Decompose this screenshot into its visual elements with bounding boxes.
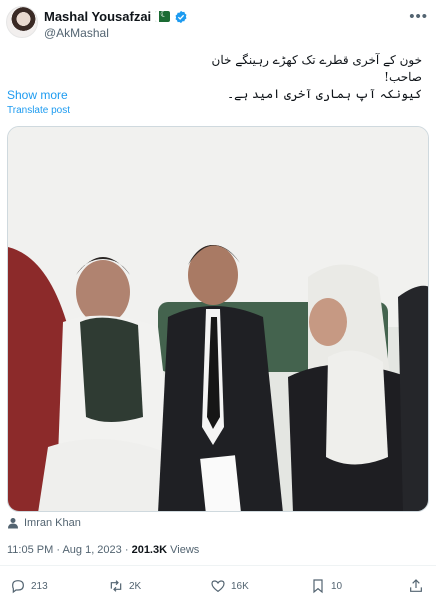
- like-button[interactable]: 16K: [210, 578, 249, 594]
- author-name[interactable]: Mashal Yousafzai: [44, 9, 151, 24]
- heart-icon: [211, 580, 225, 593]
- tweet-text-line: کیونکہ آپ ہماری آخری امید ہے۔: [227, 87, 422, 101]
- show-more-link[interactable]: Show more: [7, 88, 68, 102]
- repost-button[interactable]: 2K: [108, 578, 141, 594]
- translate-post-link[interactable]: Translate post: [7, 105, 70, 116]
- meta-separator: ·: [121, 544, 132, 556]
- bookmark-count: 10: [331, 580, 343, 592]
- tweet-header: Mashal Yousafzai @AkMashal •••: [6, 6, 430, 46]
- tagged-user-name[interactable]: Imran Khan: [24, 517, 81, 529]
- photo-illustration: [8, 127, 428, 511]
- tweet-date[interactable]: Aug 1, 2023: [62, 544, 121, 556]
- views-count: 201.3K: [131, 544, 168, 556]
- divider: [0, 565, 436, 566]
- tweet-meta: 11:05 PM · Aug 1, 2023 · 201.3K Views: [7, 544, 199, 556]
- action-bar: 213 2K 16K 10: [0, 578, 436, 596]
- bookmark-button[interactable]: 10: [310, 578, 342, 594]
- share-button[interactable]: [408, 578, 424, 594]
- share-icon: [410, 579, 422, 592]
- reply-icon: [12, 580, 24, 594]
- tagged-user-row[interactable]: Imran Khan: [7, 517, 81, 529]
- repost-icon: [110, 580, 122, 592]
- pakistan-flag-icon: [155, 9, 171, 22]
- reply-count: 213: [31, 580, 48, 592]
- verified-badge-icon[interactable]: [174, 10, 188, 24]
- author-avatar[interactable]: [6, 6, 38, 38]
- like-count: 16K: [231, 580, 249, 592]
- bookmark-icon: [313, 579, 323, 594]
- tweet-text-line: خون کے آخری قطرے تک کھڑے رہینگے خان صاحب…: [211, 53, 422, 84]
- tweet-photo[interactable]: [7, 126, 429, 512]
- author-name-row: Mashal Yousafzai: [44, 9, 188, 24]
- reply-button[interactable]: 213: [10, 578, 48, 594]
- tweet-time[interactable]: 11:05 PM: [7, 544, 53, 556]
- views-label: Views: [170, 544, 200, 556]
- author-handle[interactable]: @AkMashal: [44, 26, 109, 40]
- person-icon: [8, 518, 18, 529]
- tweet-text: خون کے آخری قطرے تک کھڑے رہینگے خان صاحب…: [192, 52, 422, 103]
- more-options-icon[interactable]: •••: [409, 8, 428, 25]
- repost-count: 2K: [129, 580, 142, 592]
